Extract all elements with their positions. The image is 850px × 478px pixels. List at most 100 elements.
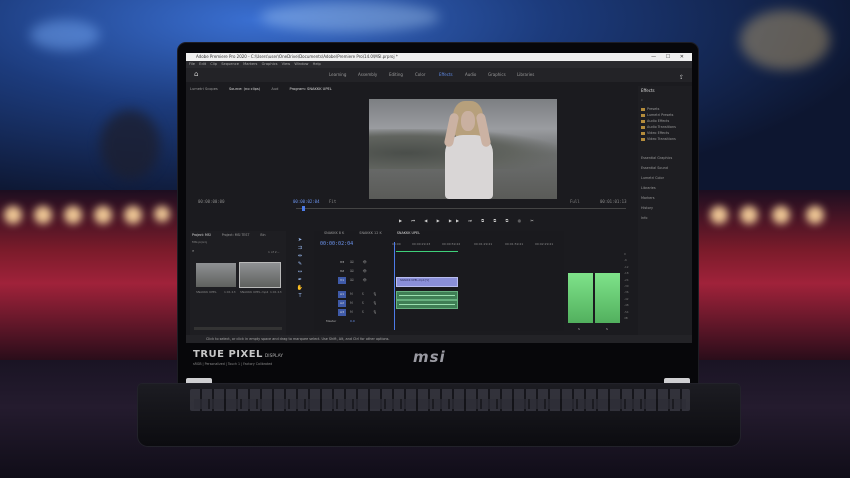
zoom-slider[interactable] — [194, 327, 282, 330]
timeline-timecode[interactable]: 00:00:02:04 — [320, 241, 353, 247]
menu-file[interactable]: File — [189, 62, 195, 66]
panel-info[interactable]: Info — [641, 216, 647, 220]
panel-markers[interactable]: Markers — [641, 196, 655, 200]
track-controls[interactable]: ⌧ 👁 — [350, 269, 371, 273]
menu-window[interactable]: Window — [294, 62, 308, 66]
workspace-libraries[interactable]: Libraries — [517, 68, 534, 82]
fit-dropdown[interactable]: Fit — [329, 199, 336, 204]
project-path: MSI.prproj — [192, 240, 208, 244]
program-duration: 00:01:01:13 — [600, 199, 627, 204]
selection-tool-icon[interactable]: ➤ — [294, 236, 306, 244]
razor-tool-icon[interactable]: ✎ — [294, 260, 306, 268]
window-controls[interactable]: — ☐ ✕ — [651, 53, 688, 61]
audio-clip[interactable] — [396, 300, 458, 309]
scrub-playhead[interactable] — [302, 206, 305, 211]
effects-folder-video-effects[interactable]: Video Effects — [641, 131, 669, 135]
tab-project-msi-test[interactable]: Project: MSI TEST — [222, 233, 250, 237]
zoom-dropdown[interactable]: Full — [570, 199, 580, 204]
menu-help[interactable]: Help — [313, 62, 321, 66]
search-icon[interactable]: ⌕ — [641, 98, 643, 102]
timeline-playhead[interactable] — [394, 242, 395, 330]
transport-controls[interactable]: ▶ ⏮ ◀ ▶ ▶▶ ⏭ ⧉ ⧉ ⧉ ◎ ✂ — [399, 218, 538, 223]
home-icon[interactable]: ⌂ — [194, 71, 200, 78]
effects-folder-audio-transitions[interactable]: Audio Transitions — [641, 125, 676, 129]
track-v3[interactable]: V3 — [338, 259, 346, 266]
ripple-edit-tool-icon[interactable]: ⇹ — [294, 252, 306, 260]
program-timecode[interactable]: 00:00:02:04 — [293, 199, 320, 204]
folder-icon — [641, 107, 645, 111]
tab-lumetri-scopes[interactable]: Lumetri Scopes — [190, 87, 218, 91]
track-controls[interactable]: M S 🎙 — [350, 310, 381, 314]
folder-label: Audio Effects — [647, 119, 670, 123]
tab-bin[interactable]: Bin — [260, 233, 265, 237]
track-a2[interactable]: A2 — [338, 300, 346, 307]
tab-audio[interactable]: Aud — [271, 87, 278, 91]
track-controls[interactable]: ⌧ 👁 — [350, 260, 371, 264]
effects-folder-presets[interactable]: Presets — [641, 107, 659, 111]
track-controls[interactable]: ⌧ 👁 — [350, 278, 371, 282]
panel-lumetri-color[interactable]: Lumetri Color — [641, 176, 664, 180]
workspace-effects[interactable]: Effects — [439, 68, 453, 82]
track-controls[interactable]: M S 🎙 — [350, 301, 381, 305]
audio-clip[interactable] — [396, 291, 458, 300]
workspace-assembly[interactable]: Assembly — [358, 68, 377, 82]
project-clip-thumbnail[interactable]: SNAKKK UPEL.mp4 1:01:13 — [239, 262, 282, 294]
scrub-bar[interactable] — [296, 208, 626, 209]
effects-folder-audio-effects[interactable]: Audio Effects — [641, 119, 669, 123]
menu-markers[interactable]: Markers — [243, 62, 257, 66]
track-v2[interactable]: V2 — [338, 268, 346, 275]
project-item-count: 1 of 2... — [268, 250, 280, 254]
source-timecode: 00:00:00:00 — [198, 199, 225, 204]
track-v1[interactable]: V1 — [338, 277, 346, 284]
panel-libraries[interactable]: Libraries — [641, 186, 656, 190]
workspace-color[interactable]: Color — [415, 68, 425, 82]
meter-scale-tick: dB — [624, 316, 628, 321]
track-a3[interactable]: A3 — [338, 309, 346, 316]
menu-clip[interactable]: Clip — [210, 62, 217, 66]
share-icon[interactable]: ⇪ — [679, 71, 684, 85]
panel-history[interactable]: History — [641, 206, 653, 210]
pen-tool-icon[interactable]: ✒ — [294, 276, 306, 284]
laptop-screen: Adobe Premiere Pro 2020 - C:\Users\user\… — [186, 53, 692, 343]
ruler-tick-label: 00:01:29:21 — [474, 242, 493, 246]
panel-essential-graphics[interactable]: Essential Graphics — [641, 156, 672, 160]
slip-tool-icon[interactable]: ↔ — [294, 268, 306, 276]
track-select-tool-icon[interactable]: ⇉ — [294, 244, 306, 252]
video-clip[interactable]: SNAKKK UPEL.mp4 [V] — [396, 277, 458, 287]
hand-tool-icon[interactable]: ✋ — [294, 284, 306, 292]
program-monitor-video[interactable] — [369, 99, 557, 199]
workspace-audio[interactable]: Audio — [465, 68, 476, 82]
tab-source[interactable]: Source: (no clips) — [229, 87, 260, 91]
meter-label[interactable]: S — [606, 327, 608, 331]
meter-scale-tick: -18 — [624, 271, 629, 276]
window-title: Adobe Premiere Pro 2020 - C:\Users\user\… — [196, 54, 398, 59]
meter-label[interactable]: S — [578, 327, 580, 331]
menu-graphics[interactable]: Graphics — [262, 62, 278, 66]
menu-view[interactable]: View — [282, 62, 291, 66]
effects-panel-title: Effects — [641, 88, 655, 93]
tab-sequence-8k[interactable]: SNAKKK 8 K — [324, 231, 344, 235]
track-controls[interactable]: M S 🎙 — [350, 292, 381, 296]
tab-project-msi[interactable]: Project: MSI — [192, 233, 211, 237]
folder-icon — [641, 119, 645, 123]
workspace-learning[interactable]: Learning — [329, 68, 346, 82]
menu-sequence[interactable]: Sequence — [221, 62, 239, 66]
tab-sequence-active[interactable]: SNAKKK UPEL — [397, 231, 420, 235]
project-clip-thumbnail[interactable]: SNAKKK UPEL 1:01:13 — [196, 263, 236, 294]
menu-edit[interactable]: Edit — [199, 62, 206, 66]
workspace-editing[interactable]: Editing — [389, 68, 403, 82]
led-light — [64, 206, 82, 224]
master-volume[interactable]: 0.0 — [350, 319, 355, 323]
time-ruler[interactable]: 00:00 00:00:29:23 00:00:59:22 00:01:29:2… — [392, 242, 562, 250]
effects-folder-video-transitions[interactable]: Video Transitions — [641, 137, 676, 141]
workspace-graphics[interactable]: Graphics — [488, 68, 506, 82]
panel-essential-sound[interactable]: Essential Sound — [641, 166, 668, 170]
effects-folder-lumetri-presets[interactable]: Lumetri Presets — [641, 113, 673, 117]
track-a1[interactable]: A1 — [338, 291, 346, 298]
tab-sequence-12k[interactable]: SNAKKK 12 K — [359, 231, 381, 235]
project-clip-name: SNAKKK UPEL — [196, 290, 217, 294]
search-icon[interactable]: ⌕ — [192, 248, 194, 253]
tab-program[interactable]: Program: SNAKKK UPEL — [290, 87, 332, 91]
led-light — [772, 206, 790, 224]
type-tool-icon[interactable]: T — [294, 292, 306, 300]
